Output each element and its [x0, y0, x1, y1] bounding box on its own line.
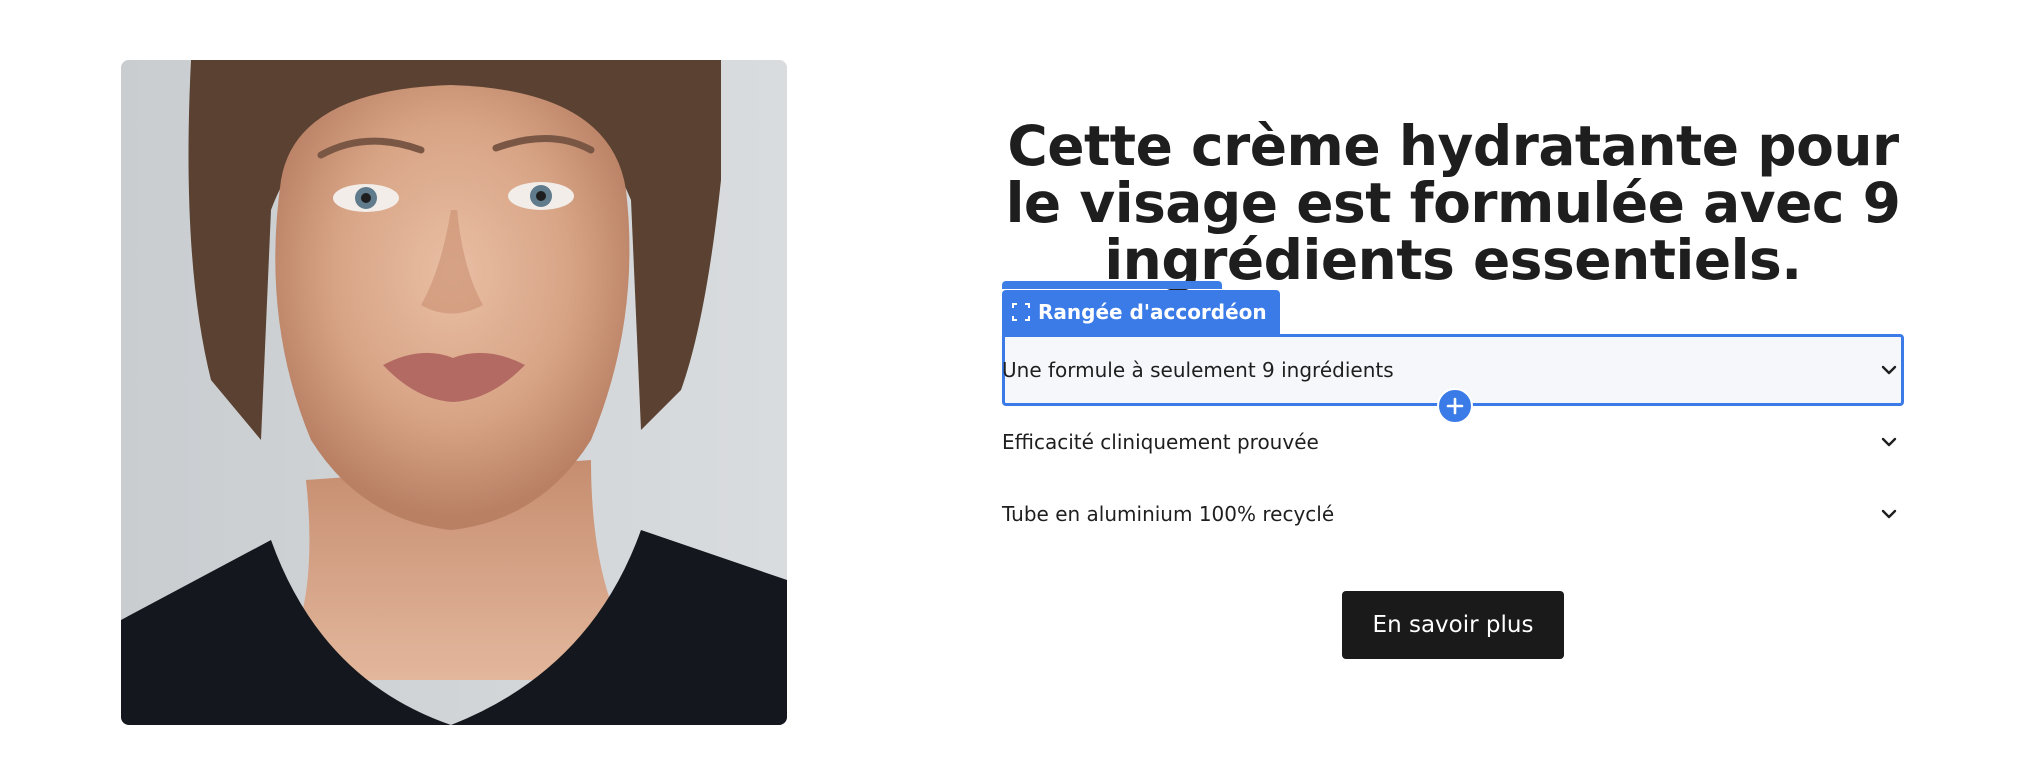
accordion: Une formule à seulement 9 ingrédients Ef…: [1002, 334, 1904, 550]
chevron-down-icon[interactable]: [1878, 431, 1900, 453]
accordion-item-label: Une formule à seulement 9 ingrédients: [1002, 358, 1394, 382]
accordion-item-label: Tube en aluminium 100% recyclé: [1002, 502, 1335, 526]
editor-badge-label: Rangée d'accordéon: [1038, 300, 1267, 324]
section-headline: Cette crème hydratante pour le visage es…: [1005, 114, 1901, 292]
accordion-item-label: Efficacité cliniquement prouvée: [1002, 430, 1319, 454]
editor-tab-underlay: [1002, 281, 1222, 289]
portrait-illustration: [121, 60, 787, 725]
learn-more-button[interactable]: En savoir plus: [1342, 591, 1564, 659]
plus-icon: [1446, 397, 1464, 415]
chevron-down-icon[interactable]: [1878, 359, 1900, 381]
add-block-button[interactable]: [1437, 388, 1473, 424]
chevron-down-icon[interactable]: [1878, 503, 1900, 525]
product-feature-section: Cette crème hydratante pour le visage es…: [0, 0, 2018, 770]
product-portrait-image: [121, 60, 787, 725]
editor-block-badge[interactable]: Rangée d'accordéon: [1002, 290, 1280, 334]
frame-select-icon: [1012, 303, 1030, 321]
accordion-item-tube[interactable]: Tube en aluminium 100% recyclé: [1002, 478, 1904, 550]
